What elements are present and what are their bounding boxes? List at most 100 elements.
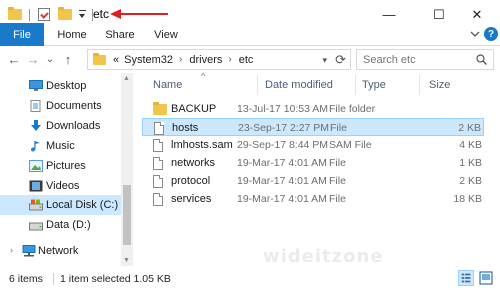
toolbar-divider (29, 8, 30, 21)
status-bar: 6 items 1 item selected 1.05 KB (0, 266, 500, 290)
address-dropdown-icon[interactable]: ▾ (322, 55, 327, 66)
file-type: File (329, 175, 346, 187)
sidebar-item-videos[interactable]: Videos (0, 176, 121, 196)
file-type: File (330, 122, 347, 134)
watermark: wideitzone (263, 246, 384, 267)
search-input[interactable] (363, 53, 473, 66)
scroll-down-icon[interactable]: ▼ (123, 257, 130, 264)
desktop-icon (29, 80, 43, 91)
forward-button[interactable]: → (25, 51, 41, 67)
list-item[interactable]: networks 19-Mar-17 4:01 AM File 1 KB (142, 154, 484, 172)
breadcrumb-overflow[interactable]: « (113, 54, 119, 66)
sidebar-item-label: Desktop (46, 80, 87, 92)
refresh-button[interactable]: ⟳ (335, 52, 346, 68)
chevron-right-icon[interactable]: › (179, 54, 182, 65)
list-item[interactable]: protocol 19-Mar-17 4:01 AM File 2 KB (142, 172, 484, 190)
column-label: Date modified (265, 79, 333, 91)
file-name: protocol (171, 175, 211, 187)
folder-icon (93, 52, 106, 65)
file-date: 23-Sep-17 2:27 PM (238, 122, 330, 134)
file-size: 1 KB (459, 157, 482, 169)
sidebar-item-pictures[interactable]: Pictures (0, 156, 121, 176)
chevron-right-icon[interactable]: › (10, 245, 13, 255)
file-list: Name ^ Date modified Type Size BACKUP 13… (133, 71, 500, 267)
breadcrumb-etc[interactable]: etc (239, 54, 254, 66)
sidebar-item-local-disk-c[interactable]: Local Disk (C:) (0, 195, 121, 215)
file-date: 19-Mar-17 4:01 AM (237, 193, 327, 205)
breadcrumb-drivers[interactable]: drivers (189, 54, 222, 66)
pictures-icon (29, 160, 43, 172)
recent-locations-button[interactable]: ⌄ (42, 51, 58, 67)
column-header-date-modified[interactable]: Date modified (265, 73, 333, 97)
file-size: 4 KB (459, 139, 482, 151)
file-type: File (329, 157, 346, 169)
file-name: BACKUP (171, 103, 217, 115)
scrollbar-thumb[interactable] (123, 185, 131, 245)
file-icon (154, 122, 164, 135)
folder-icon (8, 7, 22, 20)
sidebar-item-label: Music (46, 140, 75, 152)
column-header-size[interactable]: Size (429, 73, 450, 97)
column-label: Size (429, 79, 451, 91)
search-box[interactable] (356, 49, 494, 70)
large-icons-view-icon[interactable] (478, 270, 494, 286)
search-icon[interactable] (476, 54, 487, 65)
properties-icon[interactable] (38, 8, 50, 21)
list-item[interactable]: BACKUP 13-Jul-17 10:53 AM File folder (142, 100, 484, 118)
tab-home[interactable]: Home (50, 23, 94, 46)
ribbon: File Home Share View ? (0, 23, 500, 46)
details-view-icon[interactable] (458, 270, 474, 286)
sidebar-item-network[interactable]: › Network (0, 241, 121, 261)
sidebar-item-documents[interactable]: Documents (0, 96, 121, 116)
folder-icon (153, 102, 167, 115)
tab-share[interactable]: Share (98, 23, 142, 46)
sidebar-item-label: Data (D:) (46, 219, 91, 231)
chevron-right-icon[interactable]: › (228, 54, 231, 65)
column-header-name[interactable]: Name (153, 73, 182, 97)
file-date: 13-Jul-17 10:53 AM (237, 103, 329, 115)
file-date: 19-Mar-17 4:01 AM (237, 175, 327, 187)
downloads-icon (31, 120, 41, 131)
list-item[interactable]: services 19-Mar-17 4:01 AM File 18 KB (142, 190, 484, 208)
column-divider[interactable] (257, 75, 258, 95)
file-type: SAM File (329, 139, 372, 151)
sidebar-item-music[interactable]: Music (0, 136, 121, 156)
sidebar-item-label: Documents (46, 100, 102, 112)
scroll-up-icon[interactable]: ▲ (123, 75, 130, 82)
column-divider[interactable] (355, 75, 356, 95)
sidebar-scrollbar[interactable]: ▲ ▼ (121, 73, 133, 266)
navigation-pane: Desktop Documents Downloads Music Pictur… (0, 73, 133, 266)
list-item[interactable]: lmhosts.sam 29-Sep-17 8:44 PM SAM File 4… (142, 136, 484, 154)
drive-icon (29, 199, 43, 211)
sort-ascending-icon: ^ (201, 71, 206, 81)
file-date: 29-Sep-17 8:44 PM (237, 139, 329, 151)
sidebar-item-label: Downloads (46, 120, 101, 132)
back-button[interactable]: ← (6, 51, 22, 67)
drive-icon (29, 222, 43, 231)
up-button[interactable]: ↑ (60, 51, 76, 67)
window-title: etc (93, 7, 110, 21)
file-icon (153, 193, 163, 206)
status-divider (53, 273, 54, 285)
sidebar-item-data-d[interactable]: Data (D:) (0, 215, 121, 235)
column-label: Type (362, 79, 386, 91)
music-icon (31, 141, 40, 152)
expand-ribbon-icon[interactable] (468, 27, 482, 41)
breadcrumb-system32[interactable]: System32 (124, 54, 173, 66)
file-type: File (329, 193, 346, 205)
customize-quick-access-icon[interactable] (78, 10, 87, 19)
selection-info: 1 item selected 1.05 KB (60, 273, 171, 285)
file-icon (153, 175, 163, 188)
sidebar-item-downloads[interactable]: Downloads (0, 116, 121, 136)
column-header-type[interactable]: Type (362, 73, 386, 97)
address-bar[interactable]: « System32 › drivers › etc ▾ ⟳ (87, 49, 351, 70)
tab-file[interactable]: File (0, 23, 44, 46)
column-divider[interactable] (419, 75, 420, 95)
list-item[interactable]: hosts 23-Sep-17 2:27 PM File 2 KB (142, 118, 484, 136)
file-name: hosts (172, 122, 199, 134)
new-folder-icon[interactable] (58, 7, 72, 20)
help-button[interactable]: ? (484, 27, 498, 41)
sidebar-item-desktop[interactable]: Desktop (0, 76, 121, 96)
tab-view[interactable]: View (146, 23, 186, 46)
videos-icon (29, 180, 43, 192)
